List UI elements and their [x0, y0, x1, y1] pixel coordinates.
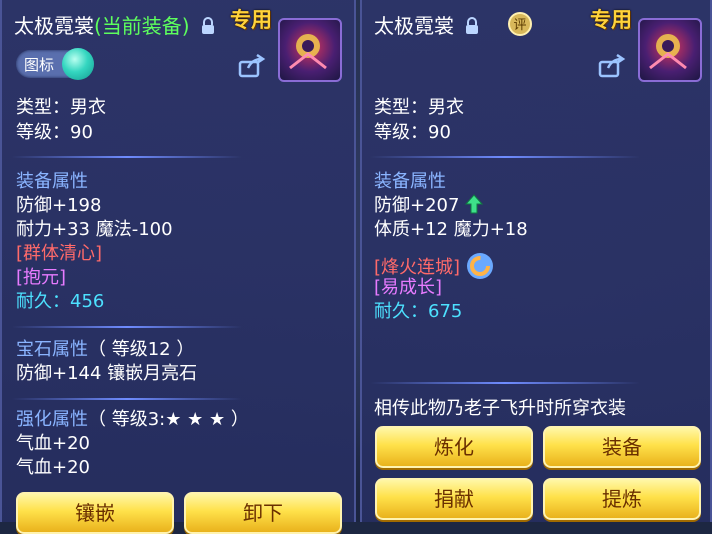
durability-value: 675 — [428, 301, 463, 322]
exclusive-badge: 专用 — [590, 8, 632, 32]
item-level: 等级：90 — [16, 122, 93, 143]
gem-effect: 防御+144 镶嵌月亮石 — [16, 363, 198, 384]
special-skill: [群体清心] — [16, 243, 103, 264]
durability: 耐久：456 — [16, 290, 104, 314]
up-arrow-icon — [465, 194, 484, 214]
current-equipment-panel: 太极霓裳(当前装备) 专用 图标 类型：男衣 等级：90 装备属性 防御+198… — [0, 0, 356, 534]
unequip-button[interactable]: 卸下 — [184, 492, 342, 534]
exclusive-badge: 专用 — [230, 8, 272, 32]
icon-toggle-label: 图标 — [24, 56, 55, 74]
gem-heading: 宝石属性（ 等级12 ） — [16, 338, 194, 362]
durability-label: 耐久： — [16, 291, 70, 312]
divider — [370, 382, 640, 384]
special-skill-text: [烽火连城] — [374, 257, 461, 278]
item-description: 相传此物乃老子飞升时所穿衣装 — [374, 398, 626, 419]
durability-value: 456 — [70, 291, 105, 312]
item-name: 太极霓裳 — [14, 14, 94, 38]
item-title: 太极霓裳 — [374, 10, 480, 39]
strengthen-line-1: 气血+20 — [16, 433, 90, 454]
attr-line-1: 防御+207 — [374, 194, 484, 218]
extract-button[interactable]: 提炼 — [543, 478, 701, 520]
special-effect: [抱元] — [16, 267, 67, 288]
strengthen-heading: 强化属性（ 等级3:★ ★ ★ ） — [16, 408, 249, 432]
item-icon[interactable] — [278, 18, 342, 82]
equip-attr-heading: 装备属性 — [16, 171, 88, 192]
attr-line-1: 防御+198 — [16, 195, 102, 216]
divider — [370, 156, 640, 158]
item-icon[interactable] — [638, 18, 702, 82]
lock-icon — [466, 17, 479, 34]
donate-button[interactable]: 捐献 — [375, 478, 533, 520]
gem-title: 宝石属性 — [16, 339, 88, 360]
icon-toggle[interactable]: 图标 — [16, 48, 94, 80]
inlay-button[interactable]: 镶嵌 — [16, 492, 174, 534]
strengthen-line-2: 气血+20 — [16, 457, 90, 478]
equipped-status: (当前装备) — [94, 14, 190, 38]
attr-line-2: 耐力+33 魔法-100 — [16, 219, 173, 240]
lock-icon — [201, 17, 214, 34]
item-title: 太极霓裳(当前装备) — [14, 10, 216, 39]
share-icon[interactable] — [598, 54, 626, 78]
item-level: 等级：90 — [374, 122, 451, 143]
rate-badge[interactable]: 评 — [508, 12, 532, 36]
strengthen-title: 强化属性 — [16, 409, 88, 430]
equip-attr-heading: 装备属性 — [374, 171, 446, 192]
special-effect: [易成长] — [374, 277, 443, 298]
attr-line-1-text: 防御+207 — [374, 195, 460, 216]
item-type: 类型：男衣 — [374, 97, 464, 118]
divider — [12, 398, 242, 400]
refine-button[interactable]: 炼化 — [375, 426, 533, 468]
gem-level: （ 等级12 ） — [88, 339, 195, 360]
equip-button[interactable]: 装备 — [543, 426, 701, 468]
item-name: 太极霓裳 — [374, 14, 454, 38]
attr-line-2: 体质+12 魔力+18 — [374, 219, 528, 240]
share-icon[interactable] — [238, 54, 266, 78]
item-type: 类型：男衣 — [16, 97, 106, 118]
strengthen-level: （ 等级3:★ ★ ★ ） — [88, 409, 249, 430]
armor-icon — [649, 34, 687, 70]
toggle-knob — [62, 48, 94, 80]
armor-icon — [289, 34, 327, 70]
durability: 耐久：675 — [374, 300, 462, 324]
compare-equipment-panel: 太极霓裳 专用 类型：男衣 等级：90 装备属性 防御+207 体质+12 魔力… — [360, 0, 712, 522]
durability-label: 耐久： — [374, 301, 428, 322]
refresh-ring-icon[interactable] — [466, 252, 494, 280]
divider — [12, 326, 242, 328]
divider — [12, 156, 242, 158]
